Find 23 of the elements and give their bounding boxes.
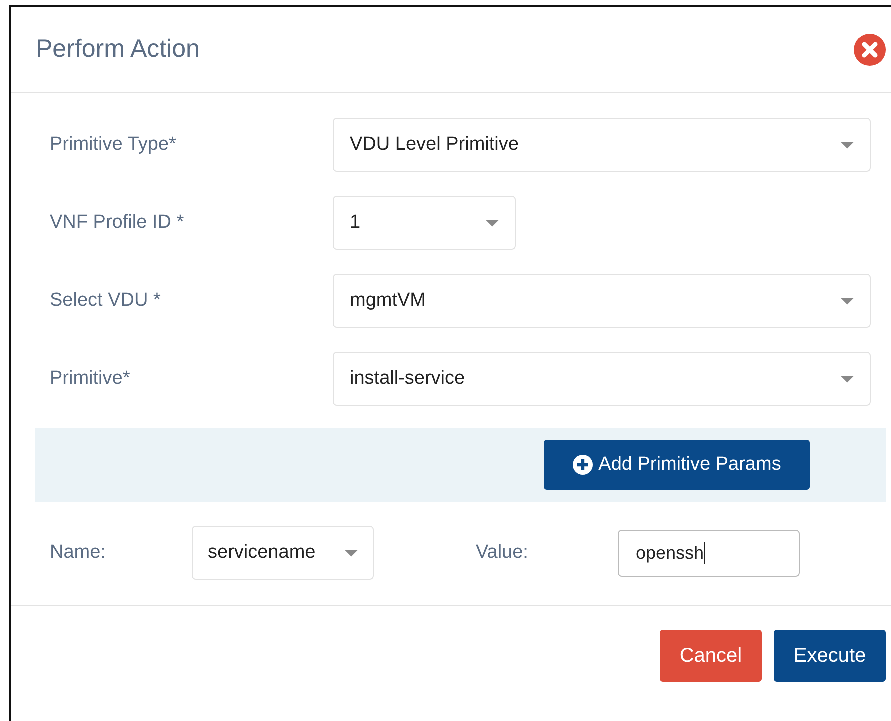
add-params-button[interactable]: Add Primitive Params <box>544 440 810 490</box>
name-label: Name: <box>49 542 107 564</box>
dropdown[interactable]: 1 <box>333 196 516 250</box>
caret-icon <box>345 550 358 556</box>
field-label: Select VDU * <box>49 290 162 312</box>
close-icon[interactable] <box>854 34 886 66</box>
dropdown[interactable]: VDU Level Primitive <box>333 118 871 172</box>
caret-icon <box>841 376 854 382</box>
dropdown[interactable]: mgmtVM <box>333 274 871 328</box>
execute-button[interactable]: Execute <box>774 630 886 682</box>
field-label: Primitive* <box>49 368 132 390</box>
cancel-button[interactable]: Cancel <box>660 630 762 682</box>
value-label: Value: <box>476 542 530 564</box>
plus-circle-icon <box>572 455 593 475</box>
dropdown[interactable]: install-service <box>333 352 871 406</box>
name-dropdown[interactable]: servicename <box>192 526 374 580</box>
field-label: VNF Profile ID * <box>49 212 186 234</box>
value-field[interactable]: openssh <box>618 530 800 576</box>
caret-icon <box>841 298 854 304</box>
caret-icon <box>486 220 499 226</box>
dialog-title: Perform Action <box>36 35 200 64</box>
caret-icon <box>841 142 854 148</box>
field-label: Primitive Type* <box>49 134 178 156</box>
